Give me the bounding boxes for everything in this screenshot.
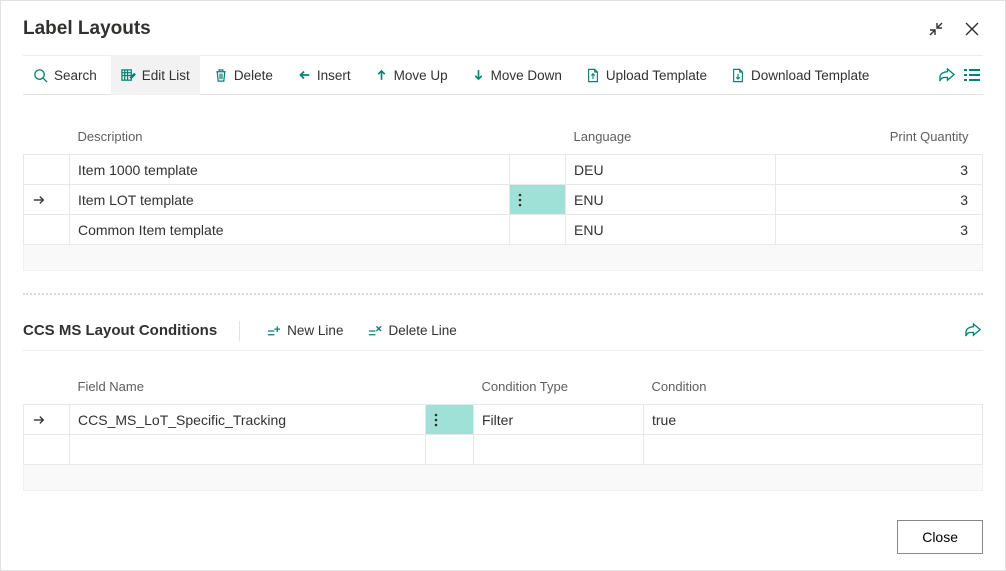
table-row[interactable]: CCS_MS_LoT_Specific_Tracking Filter true xyxy=(24,405,983,435)
layouts-table: Description Language Print Quantity Item… xyxy=(23,121,983,271)
cell-qty[interactable]: 3 xyxy=(776,215,983,245)
cell-language[interactable]: ENU xyxy=(566,185,776,215)
move-up-button[interactable]: Move Up xyxy=(365,55,458,95)
insert-button[interactable]: Insert xyxy=(287,55,361,95)
move-down-button[interactable]: Move Down xyxy=(462,55,572,95)
upload-icon xyxy=(586,68,600,83)
download-template-button[interactable]: Download Template xyxy=(721,55,879,95)
search-icon xyxy=(33,68,48,83)
conditions-table: Field Name Condition Type Condition CCS_… xyxy=(23,371,983,491)
upload-template-button[interactable]: Upload Template xyxy=(576,55,717,95)
trash-icon xyxy=(214,68,228,83)
row-selected-arrow-icon xyxy=(24,185,70,215)
delete-button[interactable]: Delete xyxy=(204,55,283,95)
blank-row xyxy=(24,245,983,271)
new-line-button[interactable]: New Line xyxy=(256,311,353,351)
insert-label: Insert xyxy=(317,68,351,83)
edit-list-icon xyxy=(121,68,136,83)
col-condition[interactable]: Condition xyxy=(644,371,983,405)
cell-qty[interactable]: 3 xyxy=(776,155,983,185)
delete-line-button[interactable]: Delete Line xyxy=(357,311,466,351)
cell-qty[interactable]: 3 xyxy=(776,185,983,215)
cell-description[interactable]: Item 1000 template xyxy=(70,155,510,185)
footer: Close xyxy=(897,520,983,554)
col-field-name[interactable]: Field Name xyxy=(70,371,426,405)
section-divider xyxy=(23,293,983,295)
close-button[interactable]: Close xyxy=(897,520,983,554)
header-actions xyxy=(925,18,983,40)
cell-language[interactable]: ENU xyxy=(566,215,776,245)
row-selected-arrow-icon xyxy=(24,405,70,435)
edit-list-button[interactable]: Edit List xyxy=(111,55,200,95)
download-template-label: Download Template xyxy=(751,68,869,83)
cell-ctype[interactable]: Filter xyxy=(474,405,644,435)
cell-description[interactable]: Common Item template xyxy=(70,215,510,245)
dialog-title: Label Layouts xyxy=(23,18,151,40)
arrow-up-icon xyxy=(375,68,388,82)
new-line-icon xyxy=(266,324,281,338)
share-icon[interactable] xyxy=(935,64,957,86)
delete-label: Delete xyxy=(234,68,273,83)
conditions-title: CCS MS Layout Conditions xyxy=(23,322,223,339)
table-row[interactable]: Item LOT template ENU 3 xyxy=(24,185,983,215)
table-row[interactable]: Item 1000 template DEU 3 xyxy=(24,155,983,185)
label-layouts-dialog: Label Layouts Search Edit List xyxy=(0,0,1006,571)
row-actions[interactable] xyxy=(510,155,566,185)
new-line-label: New Line xyxy=(287,323,343,338)
vertical-dots-icon xyxy=(518,193,522,207)
conditions-header: CCS MS Layout Conditions New Line Delete… xyxy=(23,311,983,351)
col-description[interactable]: Description xyxy=(70,121,510,155)
cell-cond[interactable]: true xyxy=(644,405,983,435)
search-label: Search xyxy=(54,68,97,83)
dialog-header: Label Layouts xyxy=(23,1,983,49)
upload-template-label: Upload Template xyxy=(606,68,707,83)
download-icon xyxy=(731,68,745,83)
move-down-label: Move Down xyxy=(491,68,562,83)
row-actions[interactable] xyxy=(510,215,566,245)
delete-line-label: Delete Line xyxy=(388,323,456,338)
row-actions[interactable] xyxy=(426,405,474,435)
row-actions[interactable] xyxy=(510,185,566,215)
share-icon[interactable] xyxy=(961,320,983,342)
cell-description[interactable]: Item LOT template xyxy=(70,185,510,215)
search-button[interactable]: Search xyxy=(23,55,107,95)
col-language[interactable]: Language xyxy=(566,121,776,155)
move-up-label: Move Up xyxy=(394,68,448,83)
table-row[interactable]: Common Item template ENU 3 xyxy=(24,215,983,245)
menu-icon[interactable] xyxy=(961,64,983,86)
delete-line-icon xyxy=(367,324,382,338)
arrow-down-icon xyxy=(472,68,485,82)
cell-field[interactable]: CCS_MS_LoT_Specific_Tracking xyxy=(70,405,426,435)
toolbar: Search Edit List Delete Insert Move Up M… xyxy=(23,55,983,95)
table-row[interactable] xyxy=(24,435,983,465)
close-icon[interactable] xyxy=(961,18,983,40)
col-print-qty[interactable]: Print Quantity xyxy=(776,121,983,155)
insert-icon xyxy=(297,68,311,82)
col-condition-type[interactable]: Condition Type xyxy=(474,371,644,405)
cell-language[interactable]: DEU xyxy=(566,155,776,185)
blank-row xyxy=(24,465,983,491)
vertical-dots-icon xyxy=(434,413,438,427)
collapse-icon[interactable] xyxy=(925,18,947,40)
edit-list-label: Edit List xyxy=(142,68,190,83)
